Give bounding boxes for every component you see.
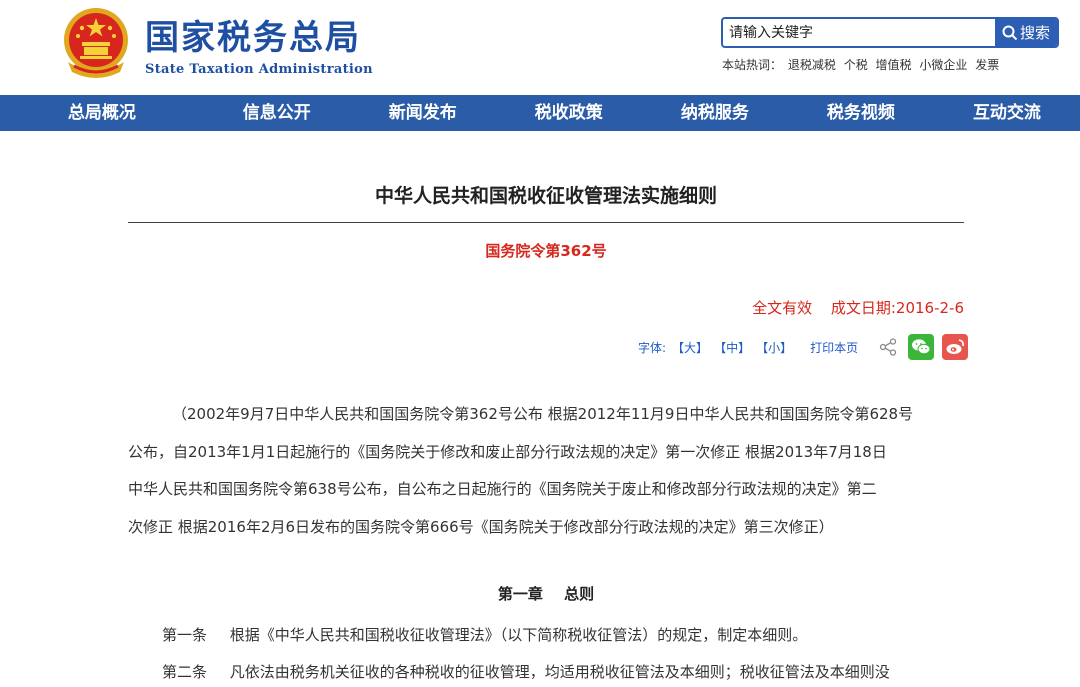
- nav-item-video[interactable]: 税务视频: [788, 95, 934, 131]
- search-button[interactable]: 搜索: [995, 19, 1057, 46]
- chapter-heading: 第一章 总则: [128, 583, 964, 604]
- validity-status: 全文有效: [752, 299, 813, 317]
- clause-number: 第二条: [162, 663, 208, 681]
- article-clause: 第二条 凡依法由税务机关征收的各种税收的征收管理，均适用税收征管法及本细则；税收…: [162, 661, 890, 682]
- search-icon: [1002, 25, 1018, 40]
- hotwords-label: 本站热词：: [722, 58, 783, 72]
- hotword-link[interactable]: 增值税: [876, 58, 912, 72]
- font-large-button[interactable]: 【大】: [672, 339, 708, 356]
- amendment-history: （2002年9月7日中华人民共和国国务院令第362号公布 根据2012年11月9…: [128, 396, 964, 546]
- hotword-link[interactable]: 个税: [844, 58, 868, 72]
- decree-number: 国务院令第362号: [485, 242, 607, 260]
- main-nav: 总局概况 信息公开 新闻发布 税收政策 纳税服务 税务视频 互动交流: [0, 95, 1080, 131]
- font-size-label: 字体:: [638, 340, 667, 355]
- nav-item-policy[interactable]: 税收政策: [496, 95, 642, 131]
- intro-line: 中华人民共和国国务院令第638号公布，自公布之日起施行的《国务院关于废止和修改部…: [128, 480, 877, 498]
- site-logo-subtitle[interactable]: State Taxation Administration: [145, 62, 373, 77]
- intro-line: （2002年9月7日中华人民共和国国务院令第362号公布 根据2012年11月9…: [172, 405, 914, 423]
- font-small-button[interactable]: 【小】: [756, 339, 792, 356]
- nav-item-information[interactable]: 信息公开: [204, 95, 350, 131]
- nav-item-news[interactable]: 新闻发布: [350, 95, 496, 131]
- clause-number: 第一条: [162, 626, 208, 644]
- intro-line: 次修正 根据2016年2月6日发布的国务院令第666号《国务院关于修改部分行政法…: [128, 517, 834, 536]
- print-button[interactable]: 打印本页: [810, 339, 858, 356]
- hotword-link[interactable]: 发票: [975, 58, 999, 72]
- document-date: 成文日期:2016-2-6: [830, 299, 964, 317]
- clause-text: 凡依法由税务机关征收的各种税收的征收管理，均适用税收征管法及本细则；税收征管法及…: [229, 663, 890, 681]
- chapter-number: 第一章: [497, 585, 543, 603]
- clause-text: 根据《中华人民共和国税收征收管理法》（以下简称税收征管法）的规定，制定本细则。: [229, 626, 808, 644]
- hotword-link[interactable]: 退税减税: [788, 58, 836, 72]
- title-divider: [128, 222, 964, 223]
- search-box: 搜索: [721, 17, 1059, 48]
- article-clause: 第一条 根据《中华人民共和国税收征收管理法》（以下简称税收征管法）的规定，制定本…: [162, 624, 807, 645]
- nav-item-service[interactable]: 纳税服务: [642, 95, 788, 131]
- font-medium-button[interactable]: 【中】: [714, 339, 750, 356]
- nav-item-overview[interactable]: 总局概况: [0, 95, 204, 131]
- national-emblem-icon: [64, 8, 128, 78]
- site-logo-title[interactable]: 国家税务总局: [145, 16, 361, 60]
- chapter-title: 总则: [564, 585, 595, 603]
- site-header: 国家税务总局 State Taxation Administration 搜索 …: [0, 0, 1080, 95]
- search-button-label: 搜索: [1019, 24, 1050, 42]
- share-icon[interactable]: [878, 337, 898, 357]
- hotword-link[interactable]: 小微企业: [919, 58, 967, 72]
- article-meta: 全文有效 成文日期:2016-2-6: [752, 297, 964, 318]
- article-title: 中华人民共和国税收征收管理法实施细则: [374, 185, 717, 207]
- wechat-share-icon[interactable]: [908, 334, 935, 360]
- hotwords-bar: 本站热词： 退税减税 个税 增值税 小微企业 发票: [722, 56, 1003, 73]
- intro-line: 公布，自2013年1月1日起施行的《国务院关于修改和废止部分行政法规的决定》第一…: [128, 442, 887, 461]
- weibo-share-icon[interactable]: [942, 334, 969, 360]
- nav-item-interaction[interactable]: 互动交流: [934, 95, 1080, 131]
- article-toolbar: 字体: 【大】 【中】 【小】 打印本页: [638, 332, 969, 362]
- search-input[interactable]: [723, 19, 997, 46]
